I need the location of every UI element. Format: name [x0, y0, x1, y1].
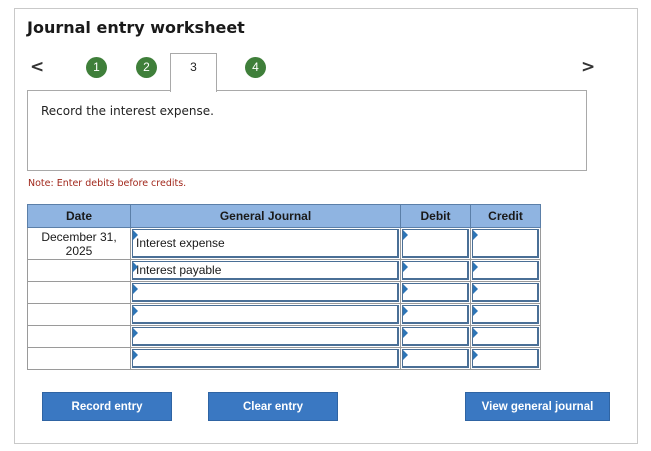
- previous-step-icon[interactable]: <: [30, 56, 44, 78]
- next-step-icon[interactable]: >: [581, 56, 595, 78]
- page-title: Journal entry worksheet: [27, 18, 245, 37]
- table-row: [27, 281, 541, 304]
- debit-input[interactable]: [402, 229, 469, 258]
- debit-input[interactable]: [402, 305, 469, 324]
- account-input[interactable]: Interest payable: [132, 261, 399, 280]
- credit-input[interactable]: [472, 261, 539, 280]
- table-row: Interest payable: [27, 259, 541, 282]
- step-1-button[interactable]: 1: [86, 57, 107, 78]
- instruction-text: Record the interest expense.: [41, 104, 214, 118]
- credit-input[interactable]: [472, 349, 539, 368]
- step-4-button[interactable]: 4: [245, 57, 266, 78]
- date-cell[interactable]: [27, 259, 131, 282]
- table-row: December 31, 2025 Interest expense: [27, 227, 541, 260]
- debit-input[interactable]: [402, 283, 469, 302]
- instruction-box: Record the interest expense.: [27, 90, 587, 171]
- credit-input[interactable]: [472, 327, 539, 346]
- note-text: Note: Enter debits before credits.: [28, 178, 187, 189]
- date-column-header: Date: [27, 204, 131, 228]
- general-journal-column-header: General Journal: [130, 204, 401, 228]
- debit-input[interactable]: [402, 261, 469, 280]
- view-general-journal-button[interactable]: View general journal: [465, 392, 610, 421]
- credit-input[interactable]: [472, 305, 539, 324]
- journal-table: Date General Journal Debit Credit Decemb…: [27, 204, 541, 370]
- account-input[interactable]: [132, 283, 399, 302]
- date-line: December 31,: [41, 229, 117, 244]
- table-row: [27, 303, 541, 326]
- date-cell[interactable]: [27, 303, 131, 326]
- table-row: [27, 347, 541, 370]
- account-input[interactable]: [132, 305, 399, 324]
- date-line: 2025: [65, 243, 93, 258]
- date-cell[interactable]: [27, 347, 131, 370]
- record-entry-button[interactable]: Record entry: [42, 392, 172, 421]
- date-cell[interactable]: [27, 325, 131, 348]
- credit-column-header: Credit: [470, 204, 541, 228]
- clear-entry-button[interactable]: Clear entry: [208, 392, 338, 421]
- account-input[interactable]: [132, 349, 399, 368]
- step-3-tab[interactable]: 3: [170, 53, 217, 92]
- credit-input[interactable]: [472, 283, 539, 302]
- credit-input[interactable]: [472, 229, 539, 258]
- step-2-button[interactable]: 2: [136, 57, 157, 78]
- debit-input[interactable]: [402, 349, 469, 368]
- debit-input[interactable]: [402, 327, 469, 346]
- table-row: [27, 325, 541, 348]
- debit-column-header: Debit: [400, 204, 471, 228]
- date-cell[interactable]: December 31, 2025: [27, 227, 131, 260]
- date-cell[interactable]: [27, 281, 131, 304]
- account-input[interactable]: Interest expense: [132, 229, 399, 258]
- account-input[interactable]: [132, 327, 399, 346]
